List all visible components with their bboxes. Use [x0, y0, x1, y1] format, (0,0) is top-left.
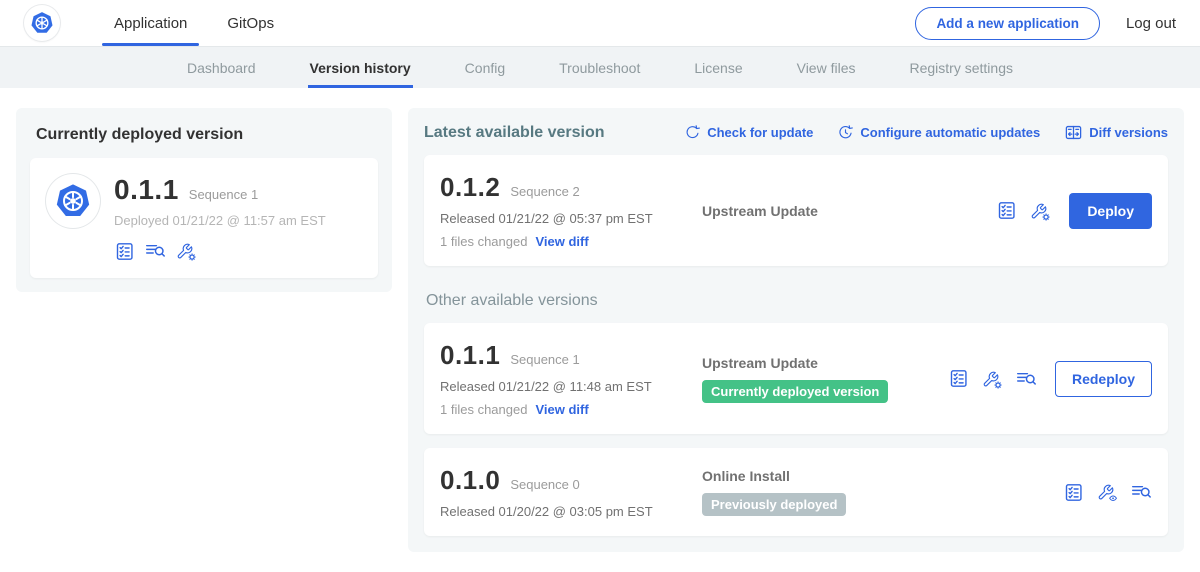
config-gear-icon[interactable] — [1029, 200, 1051, 222]
app-subnav: Dashboard Version history Config Trouble… — [0, 46, 1200, 88]
redeploy-button[interactable]: Redeploy — [1055, 361, 1152, 397]
files-changed-label: 1 files changed — [440, 402, 527, 417]
currently-deployed-panel: Currently deployed version 0.1.1 Sequenc… — [16, 108, 392, 292]
view-diff-link[interactable]: View diff — [535, 402, 588, 417]
config-view-icon[interactable] — [1096, 481, 1118, 503]
version-sequence: Sequence 1 — [510, 352, 579, 367]
logout-button[interactable]: Log out — [1126, 15, 1176, 32]
preflight-checks-icon[interactable] — [1063, 482, 1084, 503]
main-content: Currently deployed version 0.1.1 Sequenc… — [0, 88, 1200, 572]
available-versions-panel: Latest available version Check for updat… — [408, 108, 1184, 552]
diff-icon — [1064, 123, 1083, 142]
version-card-0-1-2: 0.1.2 Sequence 2 Released 01/21/22 @ 05:… — [424, 155, 1168, 266]
app-kubernetes-icon — [46, 174, 100, 228]
previously-deployed-badge: Previously deployed — [702, 493, 846, 516]
preflight-checks-icon[interactable] — [948, 368, 969, 389]
subnav-config[interactable]: Config — [463, 47, 507, 88]
subnav-version-history[interactable]: Version history — [308, 47, 413, 88]
top-nav: Application GitOps — [94, 0, 294, 46]
deploy-button[interactable]: Deploy — [1069, 193, 1152, 229]
diff-versions-label: Diff versions — [1089, 125, 1168, 140]
refresh-icon — [684, 124, 701, 141]
subnav-dashboard[interactable]: Dashboard — [185, 47, 258, 88]
configure-automatic-updates-link[interactable]: Configure automatic updates — [837, 124, 1040, 141]
deployed-version-number: 0.1.1 — [114, 174, 179, 206]
preflight-checks-icon[interactable] — [996, 200, 1017, 221]
config-gear-icon[interactable] — [981, 368, 1003, 390]
released-timestamp: Released 01/21/22 @ 05:37 pm EST — [440, 211, 702, 226]
kubernetes-logo-icon[interactable] — [24, 5, 60, 41]
version-card-0-1-1: 0.1.1 Sequence 1 Released 01/21/22 @ 11:… — [424, 323, 1168, 434]
check-for-update-label: Check for update — [707, 125, 813, 140]
deployed-version-card: 0.1.1 Sequence 1 Deployed 01/21/22 @ 11:… — [30, 158, 378, 278]
subnav-troubleshoot[interactable]: Troubleshoot — [557, 47, 642, 88]
tab-application-label: Application — [114, 15, 187, 32]
subnav-registry-settings[interactable]: Registry settings — [908, 47, 1015, 88]
configure-automatic-updates-label: Configure automatic updates — [860, 125, 1040, 140]
version-source: Upstream Update — [702, 203, 996, 219]
version-number: 0.1.2 — [440, 172, 500, 203]
version-card-0-1-0: 0.1.0 Sequence 0 Released 01/20/22 @ 03:… — [424, 448, 1168, 536]
tab-gitops-label: GitOps — [227, 15, 274, 32]
config-gear-icon[interactable] — [175, 240, 197, 262]
other-available-title: Other available versions — [426, 292, 1168, 310]
version-source: Online Install — [702, 468, 1063, 484]
deployed-sequence: Sequence 1 — [189, 187, 258, 202]
currently-deployed-title: Currently deployed version — [36, 126, 378, 144]
deploy-logs-icon[interactable] — [1015, 368, 1037, 390]
version-sequence: Sequence 2 — [510, 184, 579, 199]
files-changed-label: 1 files changed — [440, 234, 527, 249]
latest-available-title: Latest available version — [424, 124, 605, 142]
scheduled-update-icon — [837, 124, 854, 141]
version-sequence: Sequence 0 — [510, 477, 579, 492]
diff-versions-link[interactable]: Diff versions — [1064, 123, 1168, 142]
top-header: Application GitOps Add a new application… — [0, 0, 1200, 46]
deployed-timestamp: Deployed 01/21/22 @ 11:57 am EST — [114, 213, 326, 228]
subnav-license[interactable]: License — [692, 47, 744, 88]
currently-deployed-badge: Currently deployed version — [702, 380, 888, 403]
deploy-logs-icon[interactable] — [1130, 481, 1152, 503]
version-source: Upstream Update — [702, 355, 948, 371]
check-for-update-link[interactable]: Check for update — [684, 124, 813, 141]
deploy-logs-icon[interactable] — [144, 240, 166, 262]
subnav-view-files[interactable]: View files — [795, 47, 858, 88]
tab-application[interactable]: Application — [94, 0, 207, 46]
version-number: 0.1.0 — [440, 465, 500, 496]
view-diff-link[interactable]: View diff — [535, 234, 588, 249]
released-timestamp: Released 01/20/22 @ 03:05 pm EST — [440, 504, 702, 519]
version-number: 0.1.1 — [440, 340, 500, 371]
active-tab-underline — [102, 43, 199, 46]
add-application-button[interactable]: Add a new application — [915, 7, 1100, 40]
preflight-checks-icon[interactable] — [114, 241, 135, 262]
released-timestamp: Released 01/21/22 @ 11:48 am EST — [440, 379, 702, 394]
tab-gitops[interactable]: GitOps — [207, 0, 294, 46]
